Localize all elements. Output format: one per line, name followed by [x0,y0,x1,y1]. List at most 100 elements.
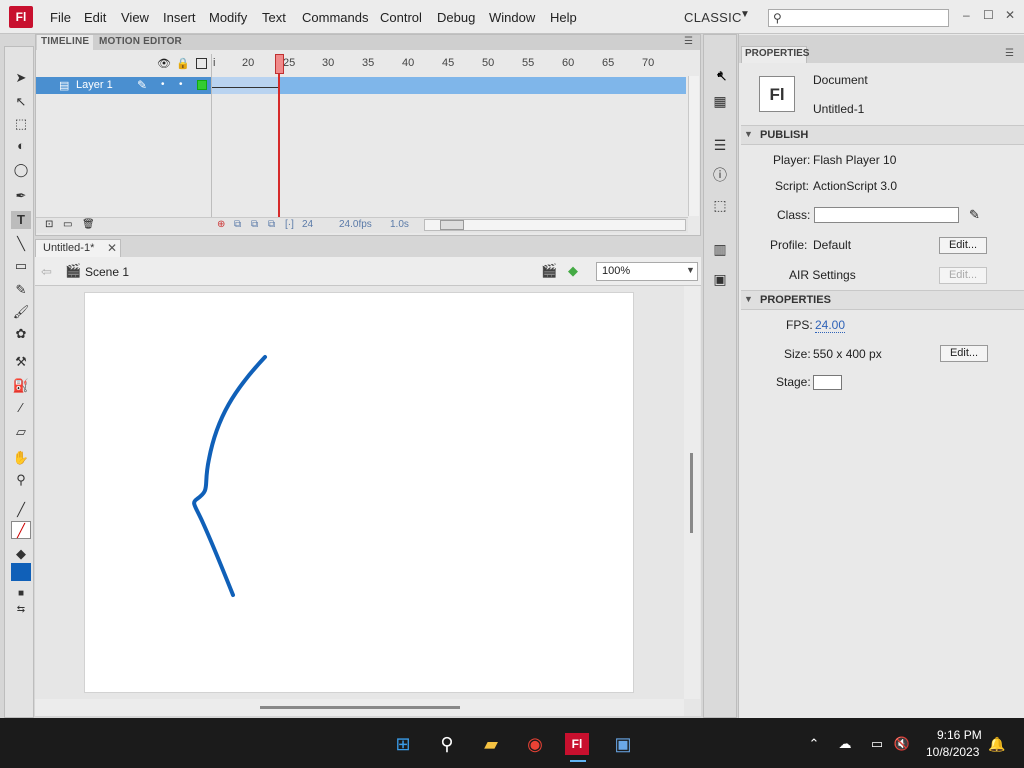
fill-swatch[interactable] [11,563,31,581]
close-icon[interactable]: ✕ [107,241,117,255]
air-edit-button[interactable]: Edit... [939,267,987,284]
menu-commands[interactable]: Commands [302,10,368,25]
clock-time[interactable]: 9:16 PM [937,728,982,742]
menu-window[interactable]: Window [489,10,535,25]
selected-frames[interactable] [212,77,280,94]
rectangle-tool-icon[interactable]: ▭ [11,257,31,275]
volume-mute-icon[interactable]: 🔇 [889,731,915,757]
stage-vscroll-thumb[interactable] [690,453,693,533]
class-field[interactable] [814,207,959,223]
tab-properties-label[interactable]: PROPERTIES [745,48,809,59]
windows-start-icon[interactable]: ⊞ [390,731,416,757]
stroke-swatch[interactable]: ╱ [11,521,31,539]
notification-bell-icon[interactable]: 🔔 [984,731,1010,757]
search-icon[interactable]: ⚲ [434,731,460,757]
zoom-tool-icon[interactable]: ⚲ [11,471,31,489]
onion-skin-icon[interactable]: ⧉ [234,219,241,230]
workspace-switcher[interactable]: CLASSIC [684,10,742,25]
brush-stroke[interactable] [85,293,633,692]
eyedropper-tool-icon[interactable]: ⁄ [11,399,31,417]
info-panel-icon[interactable]: ⓘ [711,166,729,184]
search-input[interactable] [768,9,949,27]
edit-symbols-icon[interactable]: ◆ [568,263,578,279]
components-panel-icon[interactable]: ▥ [711,240,729,258]
playhead-handle[interactable] [275,54,284,74]
pencil-icon[interactable]: ✎ [969,207,980,223]
fps-value[interactable]: 24.00 [815,318,846,333]
hand-tool-icon[interactable]: ✋ [11,449,31,467]
free-transform-tool-icon[interactable]: ⬚ [11,115,31,133]
back-arrow-icon[interactable]: ⇦ [41,264,52,280]
menu-control[interactable]: Control [380,10,422,25]
3d-rotation-tool-icon[interactable]: ◐ [11,137,31,155]
network-icon[interactable]: ▭ [864,731,890,757]
flash-taskbar-icon[interactable]: Fl [565,733,589,755]
stage-hscroll-thumb[interactable] [260,706,460,709]
line-tool-icon[interactable]: ╲ [11,235,31,253]
file-explorer-icon[interactable]: ▰ [478,731,504,757]
maximize-button[interactable]: ☐ [983,8,994,22]
chrome-icon[interactable]: ◉ [522,731,548,757]
close-window-button[interactable]: ✕ [1005,8,1015,22]
timeline-hscroll-thumb[interactable] [440,220,464,230]
edit-scene-icon[interactable]: 🎬 [541,263,557,279]
tab-motion-editor[interactable]: MOTION EDITOR [99,36,182,47]
text-tool-icon[interactable]: T [11,211,31,229]
menu-insert[interactable]: Insert [163,10,196,25]
cloud-icon[interactable]: ☁ [832,731,858,757]
tab-timeline[interactable]: TIMELINE [41,36,89,47]
menu-modify[interactable]: Modify [209,10,247,25]
pencil-tool-icon[interactable]: ✎ [11,281,31,299]
edit-multiple-icon[interactable]: ⧉ [268,219,275,230]
frame-rate[interactable]: 24.0fps [339,219,372,230]
profile-edit-button[interactable]: Edit... [939,237,987,254]
menu-text[interactable]: Text [262,10,286,25]
library-panel-icon[interactable]: ▣ [711,270,729,288]
transform-panel-icon[interactable]: ⬚ [711,196,729,214]
brush-tool-icon[interactable]: 🖌 [11,303,31,321]
swatches-panel-icon[interactable]: ▦ [711,92,729,110]
bone-tool-icon[interactable]: ⚒ [11,353,31,371]
collapse-triangle-icon[interactable]: ▼ [744,129,753,139]
pen-tool-icon[interactable]: ✒ [11,187,31,205]
app-icon[interactable]: ▣ [610,731,636,757]
eye-icon[interactable]: 👁 [157,57,171,70]
align-panel-icon[interactable]: ☰ [711,136,729,154]
delete-layer-icon[interactable]: 🗑 [82,219,95,230]
chevron-down-icon[interactable]: ▼ [686,265,695,275]
modify-markers-icon[interactable]: [·] [285,219,294,230]
new-layer-icon[interactable]: ⊡ [45,219,53,230]
document-tab-label[interactable]: Untitled-1* [43,242,94,254]
menu-help[interactable]: Help [550,10,577,25]
chevron-down-icon[interactable]: ▼ [740,9,750,20]
swap-colors-icon[interactable]: ⇆ [11,601,31,619]
menu-view[interactable]: View [121,10,149,25]
stage-color-swatch[interactable] [813,375,842,390]
layer-name[interactable]: Layer 1 [76,79,113,91]
eraser-tool-icon[interactable]: ▱ [11,423,31,441]
minimize-button[interactable]: – [963,8,970,22]
timeline-vscroll[interactable] [688,76,699,216]
panel-menu-icon[interactable]: ☰ [684,36,693,47]
clock-date[interactable]: 10/8/2023 [926,745,979,759]
fill-color-icon[interactable]: ◆ [11,545,31,563]
menu-edit[interactable]: Edit [84,10,106,25]
lock-dot-icon[interactable]: • [179,79,183,90]
deco-tool-icon[interactable]: ✿ [11,325,31,343]
current-frame[interactable]: 24 [302,219,313,230]
center-frame-icon[interactable]: ⊕ [217,219,225,230]
paint-bucket-tool-icon[interactable]: ⛽ [11,377,31,395]
lasso-tool-icon[interactable]: ◯ [11,161,31,179]
collapse-triangle-icon[interactable]: ▼ [744,294,753,304]
visibility-dot-icon[interactable]: • [161,79,165,90]
menu-debug[interactable]: Debug [437,10,475,25]
scene-label[interactable]: Scene 1 [85,265,129,279]
new-folder-icon[interactable]: ▭ [63,219,72,230]
frames-row[interactable] [212,77,686,94]
layer-outline-color[interactable] [197,80,207,90]
stroke-color-icon[interactable]: ╱ [11,501,31,519]
lock-icon[interactable]: 🔒 [176,57,190,70]
panel-menu-icon[interactable]: ☰ [1005,48,1014,59]
menu-file[interactable]: File [50,10,71,25]
outline-icon[interactable] [196,58,207,69]
